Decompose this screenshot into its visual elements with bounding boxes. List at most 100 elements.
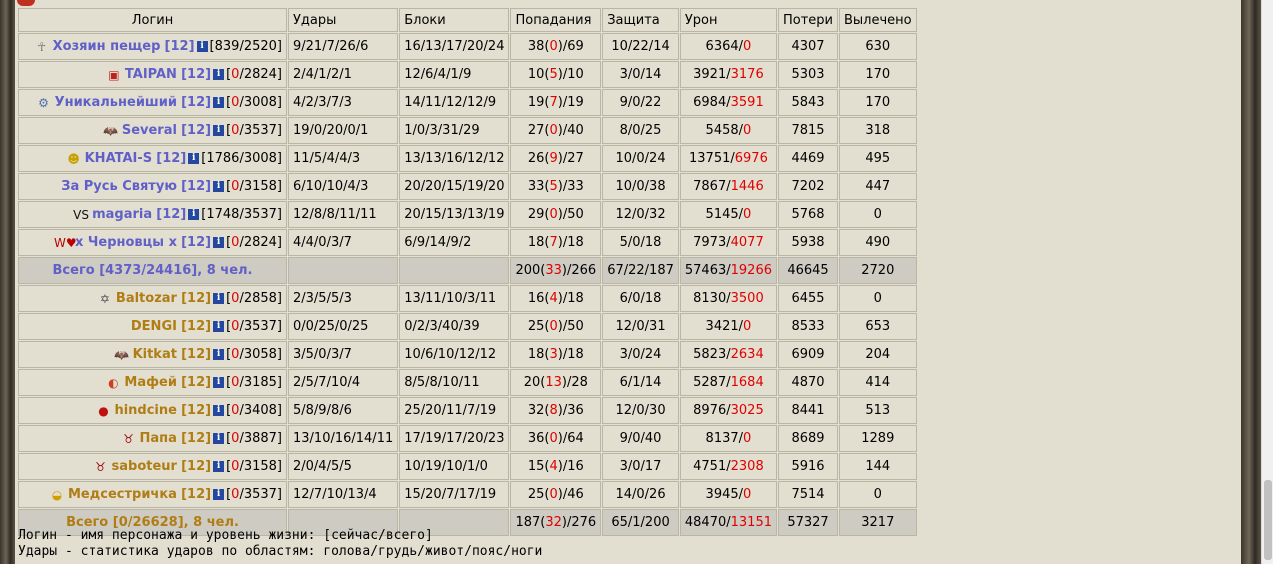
scrollbar-thumb[interactable] xyxy=(1264,480,1272,560)
hp-current: 0 xyxy=(231,431,240,446)
player-level: [12] xyxy=(181,123,212,138)
hits-cell: 12/8/8/11/11 xyxy=(288,201,399,228)
hp-current: 1786 xyxy=(206,151,240,166)
player-name-link[interactable]: Хозяин пещер xyxy=(53,39,161,54)
accuracy-hits: 18 xyxy=(527,235,545,250)
w-heart-icon[interactable]: W♥ xyxy=(54,236,77,250)
legend-line-hits: Удары - статистика ударов по областям: г… xyxy=(18,544,543,559)
damage-critical: 3500 xyxy=(730,291,764,306)
vertical-scrollbar[interactable] xyxy=(1261,0,1273,564)
healed-cell: 0 xyxy=(839,285,917,312)
bull-icon[interactable]: ♉ xyxy=(119,432,139,446)
damage-cell: 8130/3500 xyxy=(679,285,777,312)
header-damage: Урон xyxy=(679,8,777,32)
blocks-cell: 13/11/10/3/11 xyxy=(399,285,510,312)
damage-dealt: 6984 xyxy=(693,95,727,110)
losses-cell: 6455 xyxy=(777,285,838,312)
total-losses-cell: 57327 xyxy=(777,509,838,536)
player-name-link[interactable]: За Русь Святую xyxy=(61,179,177,194)
login-cell: VS magaria [12] i [1748/3537] xyxy=(18,201,287,228)
player-name-link[interactable]: х Черновцы х xyxy=(75,235,177,250)
star-of-david-icon[interactable]: ✡ xyxy=(95,292,115,306)
bat-icon[interactable]: 🦇 xyxy=(101,124,121,138)
flag-icon[interactable]: ▣ xyxy=(104,68,124,82)
accuracy-total: 40 xyxy=(567,123,584,138)
legend: Логин - имя персонажа и уровень жизни: [… xyxy=(18,528,542,560)
accuracy-cell: 18(3)/18 xyxy=(510,341,602,368)
player-name-link[interactable]: Several xyxy=(122,123,177,138)
hardhat-icon[interactable]: ◒ xyxy=(47,488,67,502)
player-name-link[interactable]: Папа xyxy=(140,431,177,446)
helmet-icon[interactable]: ⚙ xyxy=(34,96,54,110)
player-level: [12] xyxy=(181,459,212,474)
table-row: ◒ Медсестричка [12] i [0/3537] 12/7/10/13/4 1… xyxy=(18,481,917,508)
total-defense-cell: 65/1/200 xyxy=(602,509,679,536)
total-losses-cell: 46645 xyxy=(777,257,838,284)
info-icon[interactable]: i xyxy=(213,181,225,192)
damage-dealt: 6364 xyxy=(705,39,739,54)
info-icon[interactable]: i xyxy=(213,489,225,500)
info-icon[interactable]: i xyxy=(213,125,225,136)
info-icon[interactable]: i xyxy=(213,461,225,472)
info-icon[interactable]: i xyxy=(188,153,200,164)
hp-max: 3537 xyxy=(243,487,277,502)
left-frame-border xyxy=(0,0,15,564)
player-name-link[interactable]: KHATAI-S xyxy=(85,151,153,166)
info-icon[interactable]: i xyxy=(196,41,208,52)
accuracy-cell: 19(7)/19 xyxy=(510,89,602,116)
info-icon[interactable]: i xyxy=(213,405,225,416)
player-name-link[interactable]: Baltozar xyxy=(116,291,177,306)
hp-max: 2824 xyxy=(243,235,277,250)
bat-icon[interactable]: 🦇 xyxy=(112,348,132,362)
angel-icon[interactable]: ☥ xyxy=(32,40,52,54)
player-name-link[interactable]: Уникальнейший xyxy=(55,95,177,110)
blocks-cell: 8/5/8/10/11 xyxy=(399,369,510,396)
player-name-link[interactable]: DENGI xyxy=(131,319,177,334)
hp-max: 2858 xyxy=(243,291,277,306)
info-icon[interactable]: i xyxy=(188,209,200,220)
bull-icon[interactable]: ♉ xyxy=(91,460,111,474)
player-name-link[interactable]: Kitkat xyxy=(133,347,177,362)
hp-max: 2824 xyxy=(243,67,277,82)
battle-stats-container: Логин Удары Блоки Попадания Защита Урон … xyxy=(17,7,918,537)
red-skull-icon[interactable]: ● xyxy=(93,404,113,418)
accuracy-hits: 27 xyxy=(527,123,545,138)
player-name-link[interactable]: magaria xyxy=(92,207,152,222)
accuracy-cell: 36(0)/64 xyxy=(510,425,602,452)
player-level: [12] xyxy=(181,95,212,110)
damage-dealt: 7973 xyxy=(693,235,727,250)
info-icon[interactable]: i xyxy=(213,69,225,80)
player-name-link[interactable]: TAIPAN xyxy=(125,67,177,82)
info-icon[interactable]: i xyxy=(213,433,225,444)
info-icon[interactable]: i xyxy=(213,349,225,360)
player-name-link[interactable]: hindcine xyxy=(114,403,177,418)
rainbow-icon[interactable]: ◐ xyxy=(103,376,123,390)
info-icon[interactable]: i xyxy=(213,293,225,304)
smiley-icon[interactable]: ☻ xyxy=(64,152,84,166)
losses-cell: 5938 xyxy=(777,229,838,256)
player-level: [12] xyxy=(181,487,212,502)
damage-dealt: 48470 xyxy=(684,515,727,530)
player-name-link[interactable]: Мафей xyxy=(124,375,177,390)
player-name-link[interactable]: Медсестричка xyxy=(68,487,177,502)
accuracy-total: 18 xyxy=(567,235,584,250)
vs-icon[interactable]: VS xyxy=(71,208,91,222)
player-level: [12] xyxy=(181,403,212,418)
info-icon[interactable]: i xyxy=(213,97,225,108)
accuracy-total: 69 xyxy=(567,39,584,54)
player-level: [12] xyxy=(181,291,212,306)
table-row: ☥ Хозяин пещер [12] i [839/2520] 9/21/7/26/6… xyxy=(18,33,917,60)
player-name-link[interactable]: saboteur xyxy=(112,459,177,474)
damage-cell: 8137/0 xyxy=(679,425,777,452)
accuracy-cell: 26(9)/27 xyxy=(510,145,602,172)
losses-cell: 7815 xyxy=(777,117,838,144)
info-icon[interactable]: i xyxy=(213,237,225,248)
losses-cell: 4307 xyxy=(777,33,838,60)
damage-dealt: 5823 xyxy=(693,347,727,362)
info-icon[interactable]: i xyxy=(213,377,225,388)
accuracy-crits: 7 xyxy=(549,235,558,250)
hits-cell: 2/5/7/10/4 xyxy=(288,369,399,396)
info-icon[interactable]: i xyxy=(213,321,225,332)
blocks-cell: 20/20/15/19/20 xyxy=(399,173,510,200)
accuracy-crits: 0 xyxy=(549,39,558,54)
